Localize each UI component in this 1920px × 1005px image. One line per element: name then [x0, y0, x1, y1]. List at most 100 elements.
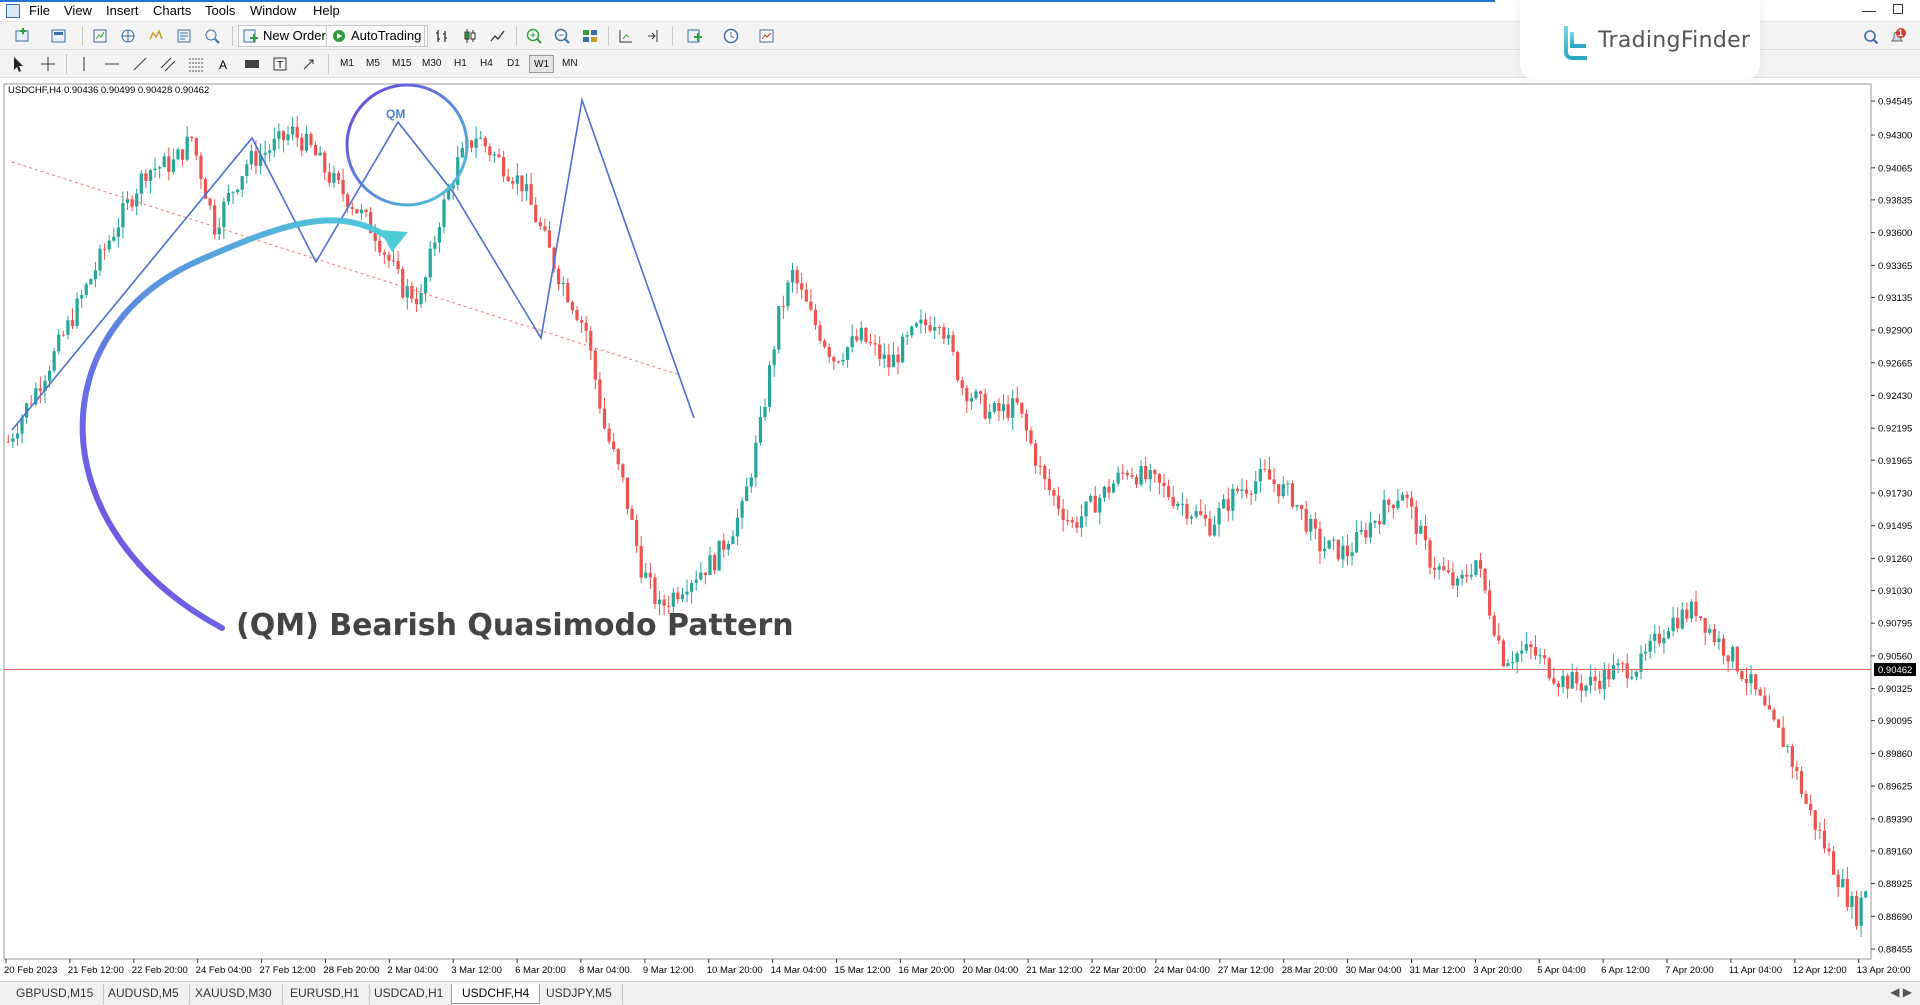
tab-audusd-m5[interactable]: AUDUSD,M5 — [98, 984, 190, 1004]
tab-usdcad-h1[interactable]: USDCAD,H1 — [364, 984, 455, 1004]
bar-chart-icon[interactable] — [432, 26, 452, 46]
tab-xauusd-m30[interactable]: XAUUSD,M30 — [185, 984, 283, 1004]
arrows-icon[interactable] — [298, 54, 322, 74]
candle-body — [1460, 574, 1464, 579]
chart-window[interactable]: QM (QM) Bearish Quasimodo Pattern USDCHF… — [0, 80, 1920, 983]
candle-body — [1776, 719, 1781, 728]
candle-body — [1831, 851, 1836, 875]
terminal-icon[interactable] — [146, 26, 166, 46]
candle-body — [1515, 653, 1519, 662]
candle-body — [1396, 500, 1400, 509]
candle-body — [676, 592, 680, 600]
candle-body — [547, 230, 552, 248]
text-icon[interactable]: A — [214, 54, 234, 74]
candle-body — [1364, 530, 1368, 538]
candle-body — [823, 340, 827, 347]
timeframe-m1[interactable]: M1 — [336, 55, 358, 73]
candle-body — [644, 572, 648, 578]
minimize-icon[interactable]: — — [1862, 2, 1876, 18]
timeframe-m5[interactable]: M5 — [362, 55, 384, 73]
candle-body — [1469, 574, 1473, 577]
zoom-in-icon[interactable] — [524, 26, 544, 46]
tab-gbpusd-m15[interactable]: GBPUSD,M15 — [6, 984, 105, 1004]
tile-windows-icon[interactable] — [580, 26, 600, 46]
restore-icon[interactable] — [1893, 4, 1903, 14]
candle-body — [1543, 655, 1547, 659]
candle-body — [15, 433, 20, 439]
menu-insert[interactable]: Insert — [106, 3, 139, 18]
market-watch-icon[interactable] — [90, 26, 110, 46]
candle-body — [1281, 484, 1285, 497]
price-chart[interactable]: QM (QM) Bearish Quasimodo Pattern USDCHF… — [0, 80, 1920, 983]
tab-eurusd-h1[interactable]: EURUSD,H1 — [280, 984, 371, 1004]
autoscroll-icon[interactable] — [644, 26, 664, 46]
candle-body — [1286, 483, 1290, 485]
timeframe-m30[interactable]: M30 — [418, 55, 445, 73]
menu-tools[interactable]: Tools — [205, 3, 235, 18]
menu-charts[interactable]: Charts — [153, 3, 191, 18]
tab-scroll-arrows[interactable]: ◀ ▶ — [1890, 985, 1912, 999]
price-tick-label: 0.89860 — [1878, 749, 1912, 760]
line-chart-icon[interactable] — [488, 26, 508, 46]
search-icon[interactable] — [1862, 28, 1880, 46]
time-tick-label: 6 Apr 12:00 — [1601, 965, 1650, 976]
data-window-icon[interactable] — [202, 26, 222, 46]
menu-view[interactable]: View — [64, 3, 92, 18]
chart-shift-icon[interactable] — [616, 26, 636, 46]
candle-body — [1212, 524, 1217, 536]
price-tick-label: 0.93835 — [1878, 195, 1912, 206]
candle-body — [1125, 472, 1129, 476]
periods-icon[interactable] — [716, 26, 746, 46]
qm-label: QM — [386, 107, 405, 121]
new-chart-icon[interactable] — [8, 26, 38, 46]
candle-body — [1492, 615, 1496, 636]
candle-body — [208, 198, 212, 206]
app-icon[interactable] — [6, 4, 20, 18]
crosshair-icon[interactable] — [38, 54, 58, 74]
candle-body — [1414, 506, 1418, 534]
notifications-icon[interactable] — [1888, 28, 1906, 46]
candle-body — [1781, 727, 1785, 747]
candle-body — [1144, 466, 1148, 480]
horizontal-line-icon[interactable] — [102, 54, 122, 74]
text-box-icon[interactable]: T — [270, 54, 290, 74]
menu-window[interactable]: Window — [250, 3, 296, 18]
timeframe-m15[interactable]: M15 — [388, 55, 415, 73]
candle-body — [827, 346, 831, 357]
candle-body — [1666, 631, 1671, 639]
indicators-icon[interactable] — [680, 26, 710, 46]
price-tick-label: 0.93365 — [1878, 261, 1912, 272]
tab-usdchf-h4[interactable]: USDCHF,H4 — [451, 984, 541, 1004]
window-accent-line — [0, 0, 1495, 2]
candle-body — [268, 150, 272, 153]
navigator-icon[interactable] — [118, 26, 138, 46]
strategy-tester-icon[interactable] — [174, 26, 194, 46]
candle-body — [956, 352, 960, 381]
cursor-icon[interactable] — [8, 54, 28, 74]
menu-help[interactable]: Help — [313, 3, 340, 18]
timeframe-h1[interactable]: H1 — [450, 55, 471, 73]
timeframe-d1[interactable]: D1 — [503, 55, 524, 73]
candle-body — [832, 356, 836, 362]
candle-body — [1437, 566, 1441, 570]
candle-body — [566, 282, 570, 303]
candle-body — [621, 464, 625, 478]
timeframe-h4[interactable]: H4 — [476, 55, 497, 73]
profiles-icon[interactable] — [44, 26, 74, 46]
timeframe-w1[interactable]: W1 — [529, 55, 554, 73]
autotrading-button[interactable]: AutoTrading — [326, 25, 429, 47]
trendline-icon[interactable] — [130, 54, 150, 74]
candlestick-chart-icon[interactable] — [460, 26, 480, 46]
tab-usdjpy-m5[interactable]: USDJPY,M5 — [536, 984, 623, 1004]
candle-body — [506, 176, 510, 181]
equidistant-channel-icon[interactable] — [158, 54, 178, 74]
fibonacci-icon[interactable] — [186, 54, 206, 74]
vertical-line-icon[interactable] — [74, 54, 94, 74]
text-label-icon[interactable] — [242, 54, 262, 74]
new-order-button[interactable]: New Order — [238, 25, 333, 47]
timeframe-mn[interactable]: MN — [558, 55, 582, 73]
zoom-out-icon[interactable] — [552, 26, 572, 46]
menu-file[interactable]: File — [29, 3, 50, 18]
candle-body — [1749, 674, 1753, 684]
templates-icon[interactable] — [752, 26, 782, 46]
